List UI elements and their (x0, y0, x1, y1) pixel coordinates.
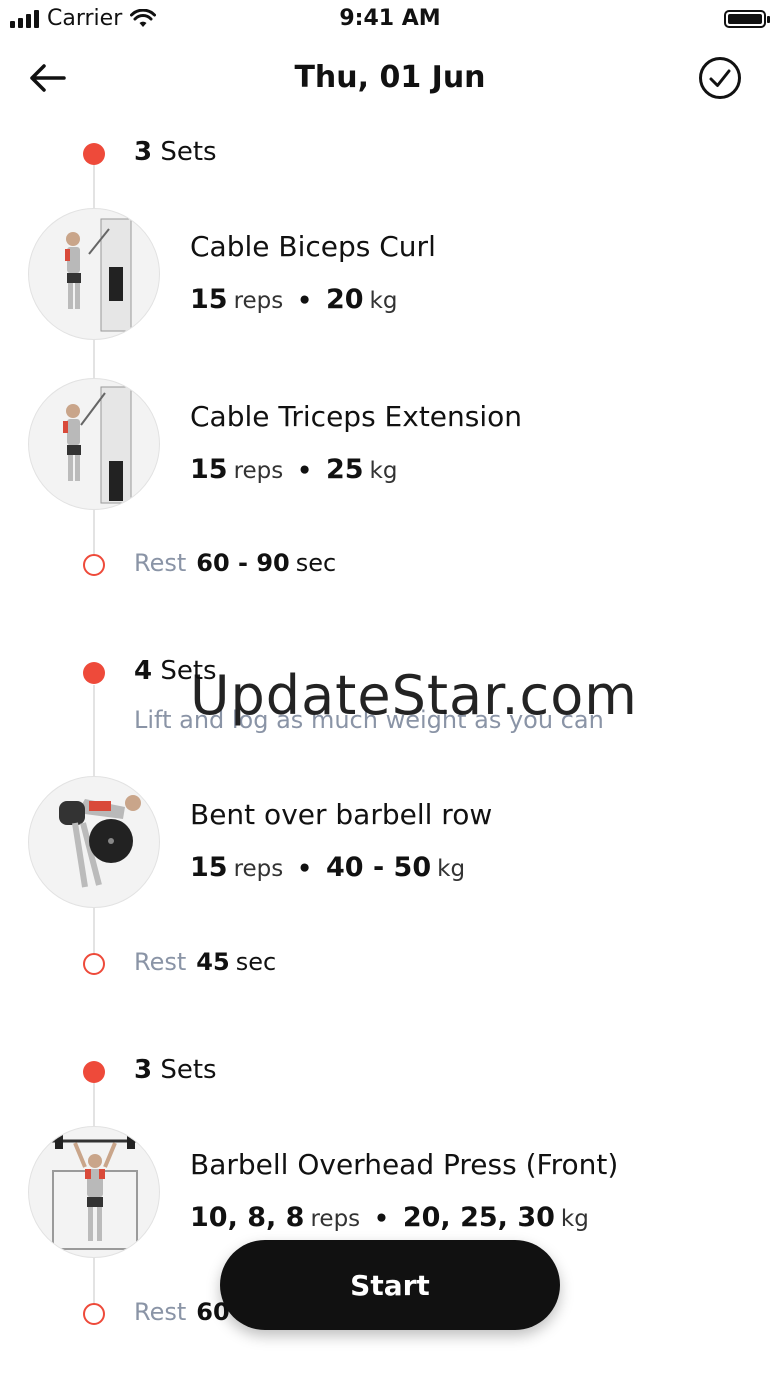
weight-value: 20 (325, 284, 364, 315)
sets-label: Sets (160, 1055, 217, 1085)
meta-separator: • (297, 288, 312, 314)
reps-value: 15 (190, 852, 228, 883)
exercise-meta: 15 reps • 20 kg (190, 284, 397, 315)
rest-row[interactable]: Rest 45 sec (134, 948, 276, 976)
reps-unit: reps (233, 856, 284, 882)
rest-value: 60 - 90 (196, 549, 290, 577)
rest-label: Rest (134, 948, 187, 976)
rest-marker (83, 953, 105, 975)
exercise-thumbnail[interactable] (28, 378, 160, 510)
exercise-meta: 15 reps • 40 - 50 kg (190, 852, 465, 883)
start-button[interactable]: Start (220, 1240, 560, 1330)
rest-row[interactable]: Rest 60 (134, 1298, 230, 1326)
weight-unit: kg (437, 856, 466, 882)
sets-label: Sets (160, 137, 217, 167)
status-bar: Carrier 9:41 AM (0, 0, 780, 40)
superset-dot (83, 662, 105, 684)
rest-marker (83, 1303, 105, 1325)
page-title: Thu, 01 Jun (294, 60, 486, 95)
meta-separator: • (297, 856, 312, 882)
exercise-thumbnail[interactable] (28, 1126, 160, 1258)
status-time: 9:41 AM (339, 6, 441, 31)
watermark: UpdateStar.com (190, 664, 638, 727)
rest-label: Rest (134, 1298, 187, 1326)
bent-over-barbell-row-image (59, 795, 141, 888)
cable-triceps-extension-image (63, 386, 132, 504)
sets-header: 3 Sets (134, 1055, 217, 1085)
barbell-overhead-press-image (51, 1133, 141, 1250)
exercise-meta: 15 reps • 25 kg (190, 454, 397, 485)
rest-unit: sec (235, 948, 277, 976)
exercise-name[interactable]: Cable Biceps Curl (190, 230, 436, 263)
exercise-meta: 10, 8, 8 reps • 20, 25, 30 kg (190, 1202, 589, 1233)
weight-value: 40 - 50 (325, 852, 432, 883)
meta-separator: • (374, 1206, 389, 1232)
sets-count: 3 (134, 1055, 153, 1085)
rest-value: 45 (196, 948, 230, 976)
reps-unit: reps (310, 1206, 361, 1232)
cable-biceps-curl-image (65, 218, 132, 332)
rest-row[interactable]: Rest 60 - 90 sec (134, 549, 336, 577)
weight-unit: kg (369, 458, 398, 484)
sets-header: 3 Sets (134, 137, 217, 167)
sets-count: 4 (134, 656, 153, 686)
nav-bar: Thu, 01 Jun (0, 52, 780, 108)
check-circle-icon[interactable] (698, 56, 742, 100)
superset-dot (83, 143, 105, 165)
reps-unit: reps (233, 288, 284, 314)
weight-value: 20, 25, 30 (402, 1202, 555, 1233)
meta-separator: • (297, 458, 312, 484)
battery-icon (724, 10, 770, 28)
exercise-thumbnail[interactable] (28, 776, 160, 908)
exercise-name[interactable]: Bent over barbell row (190, 798, 492, 831)
exercise-name[interactable]: Barbell Overhead Press (Front) (190, 1148, 618, 1181)
reps-value: 15 (190, 454, 228, 485)
sets-count: 3 (134, 137, 153, 167)
reps-unit: reps (233, 458, 284, 484)
weight-value: 25 (325, 454, 364, 485)
reps-value: 10, 8, 8 (190, 1202, 305, 1233)
rest-label: Rest (134, 549, 187, 577)
weight-unit: kg (369, 288, 398, 314)
rest-marker (83, 554, 105, 576)
rest-unit: sec (295, 549, 337, 577)
exercise-thumbnail[interactable] (28, 208, 160, 340)
reps-value: 15 (190, 284, 228, 315)
weight-unit: kg (560, 1206, 589, 1232)
exercise-name[interactable]: Cable Triceps Extension (190, 400, 522, 433)
superset-dot (83, 1061, 105, 1083)
